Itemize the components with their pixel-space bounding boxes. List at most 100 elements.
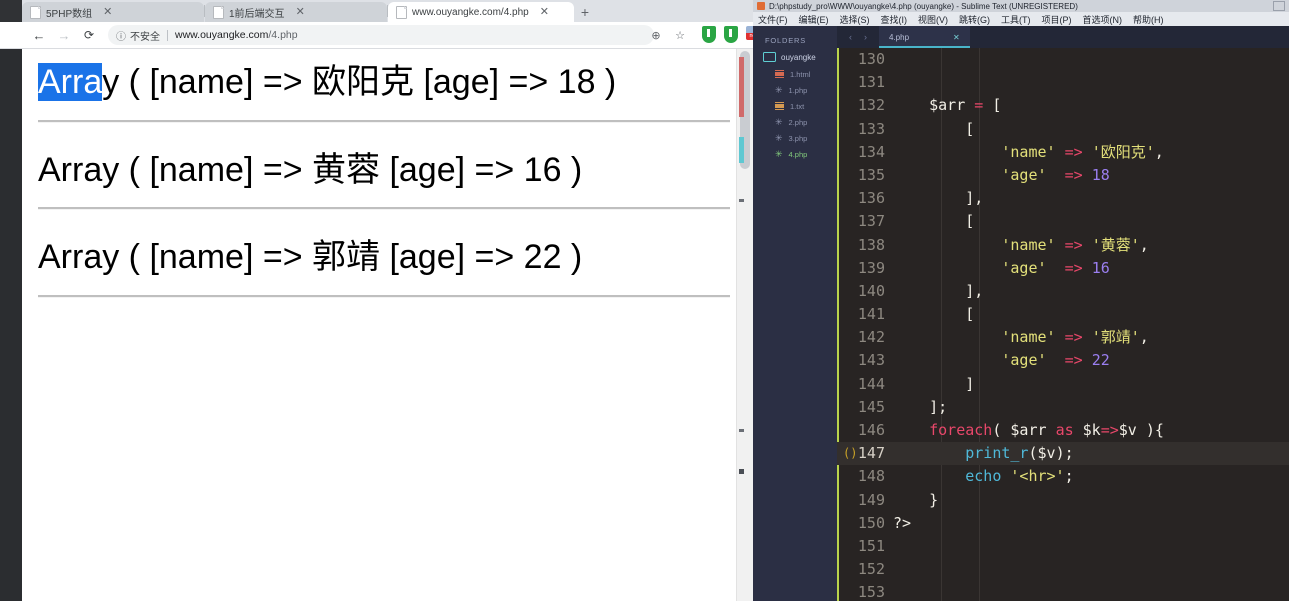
sidebar-file-2-php[interactable]: ✳2.php bbox=[753, 114, 837, 130]
code-text: ]; bbox=[893, 396, 1289, 419]
menu-item[interactable]: 选择(S) bbox=[840, 13, 870, 26]
code-text: 'age' => 22 bbox=[893, 349, 1289, 372]
asterisk-icon: ✳ bbox=[775, 86, 783, 94]
code-token: [ bbox=[893, 305, 974, 323]
browser-tab[interactable]: www.ouyangke.com/4.php✕ bbox=[388, 2, 574, 22]
sublime-menu-bar: 文件(F) 编辑(E) 选择(S) 查找(I) 视图(V) 跳转(G) 工具(T) 项目(P)… bbox=[753, 12, 1289, 26]
extension-shield-2-icon[interactable] bbox=[724, 26, 740, 44]
code-line[interactable]: 152 bbox=[837, 558, 1289, 581]
code-line[interactable]: 135 'age' => 18 bbox=[837, 164, 1289, 187]
zoom-icon[interactable]: ⊕ bbox=[648, 27, 664, 43]
code-text bbox=[893, 71, 1289, 94]
code-token: 'age' bbox=[1001, 166, 1046, 184]
array-output-line: Array ( [name] => 黄蓉 [age] => 16 ) bbox=[38, 137, 730, 198]
sidebar-file-label: 1.html bbox=[790, 70, 810, 79]
code-line[interactable]: 136 ], bbox=[837, 187, 1289, 210]
code-line[interactable]: 133 [ bbox=[837, 118, 1289, 141]
code-line[interactable]: 144 ] bbox=[837, 373, 1289, 396]
window-controls[interactable] bbox=[1273, 1, 1285, 11]
sublime-code-editor[interactable]: 130131132 $arr = [133 [134 'name' => '欧阳… bbox=[837, 48, 1289, 601]
code-line[interactable]: 148 echo '<hr>'; bbox=[837, 465, 1289, 488]
sublime-tab-bar: ‹ › 4.php ✕ bbox=[837, 26, 1289, 48]
menu-item[interactable]: 首选项(N) bbox=[1083, 13, 1123, 26]
code-line[interactable]: 153 bbox=[837, 581, 1289, 601]
code-line[interactable]: 149 } bbox=[837, 489, 1289, 512]
code-line[interactable]: 141 [ bbox=[837, 303, 1289, 326]
sidebar-root-folder[interactable]: ouyangke bbox=[753, 51, 837, 66]
bookmark-star-icon[interactable]: ☆ bbox=[672, 27, 688, 43]
line-number: 138 bbox=[837, 234, 893, 257]
menu-item[interactable]: 查找(I) bbox=[881, 13, 908, 26]
new-tab-button[interactable]: + bbox=[574, 2, 596, 22]
code-fold-icon[interactable]: () bbox=[843, 442, 857, 465]
menu-item[interactable]: 项目(P) bbox=[1042, 13, 1072, 26]
code-line[interactable]: 143 'age' => 22 bbox=[837, 349, 1289, 372]
browser-tab[interactable]: 5PHP数组✕ bbox=[22, 2, 204, 22]
code-token: ], bbox=[893, 282, 983, 300]
menu-item[interactable]: 编辑(E) bbox=[799, 13, 829, 26]
sidebar-file-1-txt[interactable]: 1.txt bbox=[753, 98, 837, 114]
close-icon[interactable]: ✕ bbox=[103, 7, 112, 18]
code-text: [ bbox=[893, 118, 1289, 141]
menu-item[interactable]: 帮助(H) bbox=[1133, 13, 1164, 26]
code-token bbox=[1083, 236, 1092, 254]
code-line[interactable]: 145 ]; bbox=[837, 396, 1289, 419]
close-icon[interactable]: ✕ bbox=[953, 33, 960, 42]
address-bar[interactable]: ⓘ 不安全 www.ouyangke.com/4.php bbox=[108, 25, 654, 45]
code-line[interactable]: 130 bbox=[837, 48, 1289, 71]
menu-item[interactable]: 跳转(G) bbox=[959, 13, 990, 26]
line-number: 131 bbox=[837, 71, 893, 94]
menu-item[interactable]: 工具(T) bbox=[1001, 13, 1031, 26]
sublime-tab-4php[interactable]: 4.php ✕ bbox=[879, 26, 970, 48]
code-token: } bbox=[893, 491, 938, 509]
code-line[interactable]: 132 $arr = [ bbox=[837, 94, 1289, 117]
close-icon[interactable]: ✕ bbox=[296, 7, 305, 18]
code-text: $arr = [ bbox=[893, 94, 1289, 117]
page-left-dark-band bbox=[0, 49, 22, 601]
code-token bbox=[1056, 328, 1065, 346]
menu-item[interactable]: 视图(V) bbox=[918, 13, 948, 26]
extension-new-red-icon[interactable]: new bbox=[746, 26, 753, 44]
reload-button[interactable]: ⟳ bbox=[80, 26, 98, 44]
code-line[interactable]: 137 [ bbox=[837, 210, 1289, 233]
tab-nav-prev-icon[interactable]: ‹ bbox=[849, 32, 852, 42]
line-number: 139 bbox=[837, 257, 893, 280]
site-info-icon[interactable]: ⓘ bbox=[116, 28, 126, 43]
lines-icon bbox=[775, 102, 784, 110]
code-line[interactable]: 134 'name' => '欧阳克', bbox=[837, 141, 1289, 164]
tab-favicon-icon bbox=[30, 6, 41, 19]
page-scrollbar[interactable] bbox=[736, 49, 753, 601]
minimize-button[interactable] bbox=[1273, 1, 1285, 11]
back-button[interactable]: ← bbox=[30, 26, 48, 44]
code-token bbox=[893, 421, 929, 439]
code-token: ( bbox=[992, 421, 1010, 439]
code-line[interactable]: 150?> bbox=[837, 512, 1289, 535]
browser-tab[interactable]: 1前后端交互✕ bbox=[205, 2, 387, 22]
sidebar-file-1-html[interactable]: 1.html bbox=[753, 66, 837, 82]
sidebar-file-3-php[interactable]: ✳3.php bbox=[753, 130, 837, 146]
code-token: '郭靖' bbox=[1092, 328, 1140, 346]
code-token: => bbox=[1065, 328, 1083, 346]
code-line[interactable]: 151 bbox=[837, 535, 1289, 558]
code-line[interactable]: 142 'name' => '郭靖', bbox=[837, 326, 1289, 349]
code-text: ], bbox=[893, 187, 1289, 210]
url-text: www.ouyangke.com/4.php bbox=[175, 29, 298, 41]
sidebar-file-4-php[interactable]: ✳4.php bbox=[753, 146, 837, 162]
close-icon[interactable]: ✕ bbox=[540, 7, 549, 18]
code-line[interactable]: 139 'age' => 16 bbox=[837, 257, 1289, 280]
array-output-line: Array ( [name] => 郭靖 [age] => 22 ) bbox=[38, 224, 730, 285]
tab-nav-arrows[interactable]: ‹ › bbox=[837, 32, 879, 42]
code-line[interactable]: ()147 print_r($v); bbox=[837, 442, 1289, 465]
code-line[interactable]: 146 foreach( $arr as $k=>$v ){ bbox=[837, 419, 1289, 442]
forward-button[interactable]: → bbox=[55, 26, 73, 44]
extension-shield-1-icon[interactable] bbox=[702, 26, 718, 44]
code-line[interactable]: 138 'name' => '黄蓉', bbox=[837, 234, 1289, 257]
code-text: ], bbox=[893, 280, 1289, 303]
code-token bbox=[893, 166, 1001, 184]
sidebar-file-1-php[interactable]: ✳1.php bbox=[753, 82, 837, 98]
menu-item[interactable]: 文件(F) bbox=[758, 13, 788, 26]
code-text: 'age' => 16 bbox=[893, 257, 1289, 280]
tab-nav-next-icon[interactable]: › bbox=[864, 32, 867, 42]
code-line[interactable]: 140 ], bbox=[837, 280, 1289, 303]
code-line[interactable]: 131 bbox=[837, 71, 1289, 94]
